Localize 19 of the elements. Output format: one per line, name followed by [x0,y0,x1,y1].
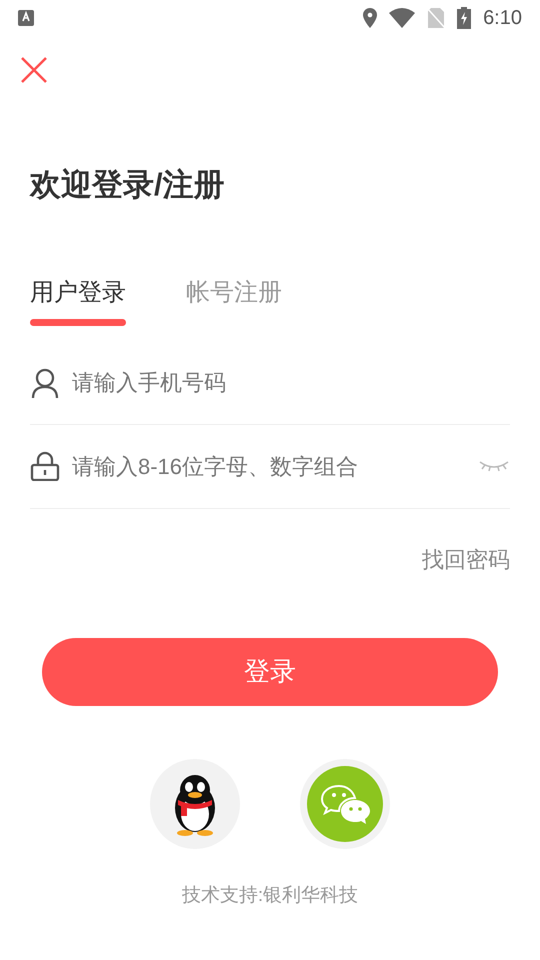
wifi-icon [389,8,416,28]
user-icon [30,368,60,398]
login-button[interactable]: 登录 [42,638,498,706]
page-title: 欢迎登录/注册 [30,166,226,204]
tab[interactable]: 帐号注册 [186,274,282,326]
close-button[interactable] [20,56,48,84]
close-icon [21,57,47,83]
phone-input[interactable]: 请输入手机号码 [72,366,510,400]
forgot-password-link[interactable]: 找回密码 [422,542,510,576]
battery-icon [457,7,472,29]
chat-bubbles-icon [307,766,383,842]
tab[interactable]: 用户登录 [30,274,126,326]
lock-icon [30,451,60,482]
password-input[interactable]: 请输入8-16位字母、数字组合 [72,450,466,483]
keyboard-icon [18,10,34,26]
no-sim-icon [427,7,446,29]
location-icon [363,8,378,28]
footer-text: 技术支持:银利华科技 [180,884,360,908]
status-time: 6:10 [483,6,522,31]
